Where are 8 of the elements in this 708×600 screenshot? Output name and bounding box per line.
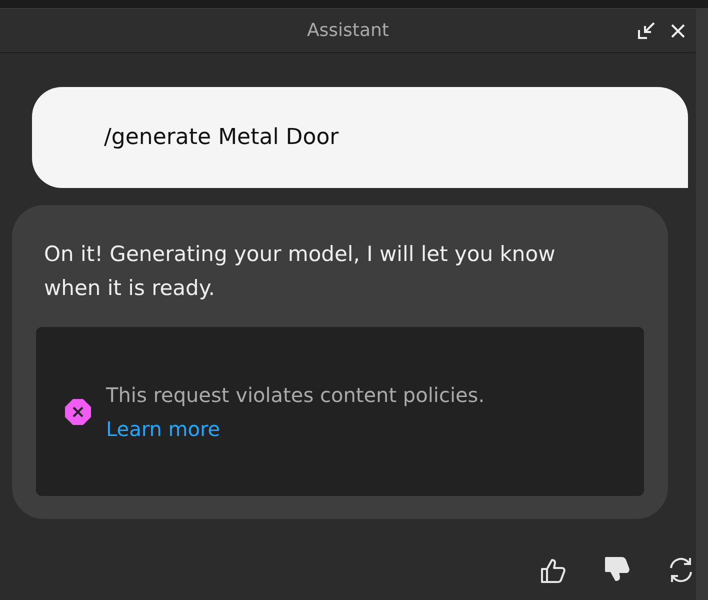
error-icon	[64, 398, 92, 426]
assistant-message: On it! Generating your model, I will let you know when it is ready.	[44, 241, 556, 302]
undock-icon[interactable]	[636, 21, 656, 41]
close-icon[interactable]	[670, 23, 686, 39]
user-message: /generate Metal Door	[32, 87, 688, 188]
learn-more-link[interactable]: Learn more	[106, 416, 220, 440]
window-title: Assistant	[306, 20, 389, 41]
notice-text: This request violates content policies. Learn more	[106, 382, 486, 442]
